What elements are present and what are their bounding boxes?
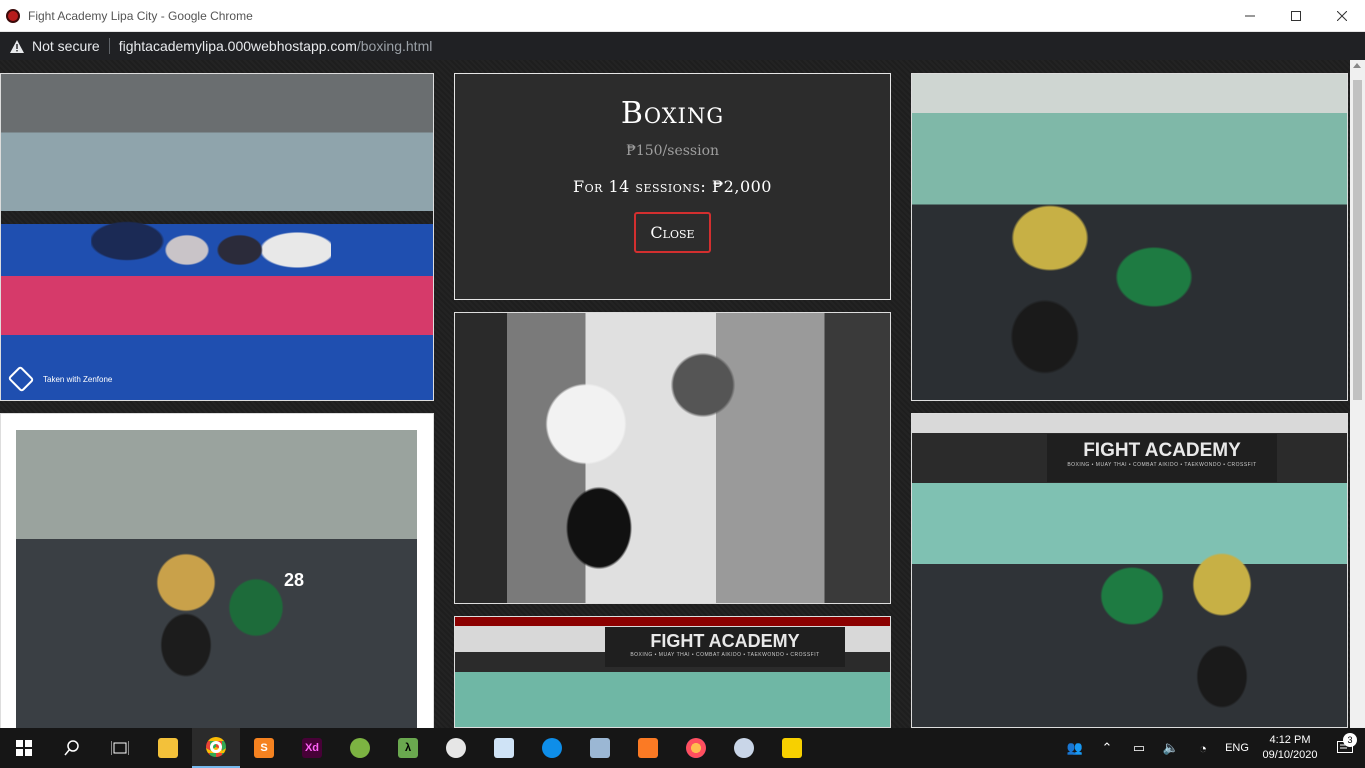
task-view-icon	[111, 741, 129, 755]
url-path[interactable]: /boxing.html	[357, 38, 432, 54]
system-tray: 👥 ⌃ ▭ 🔈 ◔ ENG 4:12 PM 09/10/2020 3	[1059, 728, 1365, 768]
sticky-notes-icon	[782, 738, 802, 758]
taskbar-sublime-text[interactable]: S	[240, 728, 288, 768]
taskbar-xampp[interactable]	[624, 728, 672, 768]
firefox-icon	[686, 738, 706, 758]
lambda-icon: λ	[398, 738, 418, 758]
site-favicon-icon	[6, 8, 20, 23]
sublime-text-icon: S	[254, 738, 274, 758]
search-icon	[64, 740, 79, 756]
banner-subtitle-2: BOXING • MUAY THAI • COMBAT AIKIDO • TAE…	[1067, 462, 1257, 468]
academy-banner: FIGHT ACADEMY BOXING • MUAY THAI • COMBA…	[605, 627, 845, 667]
action-center-button[interactable]: 3	[1325, 733, 1365, 755]
maximize-icon	[1291, 11, 1301, 21]
scroll-up-icon[interactable]	[1353, 63, 1361, 68]
taskbar-dreamweaver[interactable]	[480, 728, 528, 768]
scrollbar-thumb[interactable]	[1353, 80, 1362, 400]
close-button[interactable]: Close	[634, 212, 711, 253]
language-indicator[interactable]: ENG	[1219, 742, 1255, 754]
gallery-photo-banner[interactable]: FIGHT ACADEMY BOXING • MUAY THAI • COMBA…	[454, 616, 891, 728]
battery-icon[interactable]: ▭	[1123, 740, 1155, 756]
photo-gym-group: Taken with Zenfone	[1, 74, 433, 400]
clock[interactable]: 4:12 PM 09/10/2020	[1255, 733, 1325, 763]
taskbar-sticky-notes[interactable]	[768, 728, 816, 768]
gallery-photo-training-frame[interactable]: 28	[0, 413, 434, 728]
taskbar-teamviewer[interactable]	[528, 728, 576, 768]
taskbar-paint[interactable]	[432, 728, 480, 768]
taskbar-file-explorer[interactable]	[144, 728, 192, 768]
gallery-photo-pads[interactable]	[911, 73, 1348, 401]
notification-count-badge: 3	[1343, 733, 1357, 747]
zenfone-logo-icon	[7, 365, 35, 393]
remote-desktop-icon	[590, 738, 610, 758]
clock-date: 09/10/2020	[1262, 749, 1318, 761]
taskbar-lambda[interactable]: λ	[384, 728, 432, 768]
close-window-button[interactable]	[1319, 0, 1365, 32]
card-title: Boxing	[620, 96, 725, 131]
divider	[108, 38, 110, 54]
page-scrollbar[interactable]	[1350, 60, 1365, 728]
taskbar-settings-app[interactable]	[720, 728, 768, 768]
clock-time: 4:12 PM	[1269, 734, 1311, 746]
teamviewer-icon	[542, 738, 562, 758]
url-host[interactable]: fightacademylipa.000webhostapp.com	[119, 38, 357, 54]
chevron-up-icon[interactable]: ⌃	[1091, 740, 1123, 756]
window-titlebar: Fight Academy Lipa City - Google Chrome	[0, 0, 1365, 32]
file-explorer-icon	[158, 738, 178, 758]
zenfone-watermark: Taken with Zenfone	[7, 365, 113, 393]
task-view-button[interactable]	[96, 728, 144, 768]
volume-icon[interactable]: 🔈	[1155, 740, 1187, 756]
pricing-card: Boxing ₱150/session For 14 sessions: ₱2,…	[454, 73, 891, 300]
settings-app-icon	[734, 738, 754, 758]
gallery-photo-group[interactable]: Taken with Zenfone	[0, 73, 434, 401]
banner-title: FIGHT ACADEMY	[650, 631, 800, 651]
close-icon	[1337, 11, 1347, 21]
chrome-icon	[206, 737, 226, 757]
windows-taskbar: S Xd λ 👥 ⌃ ▭ 🔈 ◔ ENG 4:12 PM 09/10/2020 …	[0, 728, 1365, 768]
dreamweaver-icon	[494, 738, 514, 758]
minimize-button[interactable]	[1227, 0, 1273, 32]
xampp-icon	[638, 738, 658, 758]
banner-title-2: FIGHT ACADEMY	[1083, 440, 1241, 461]
taskbar-chameleon[interactable]	[336, 728, 384, 768]
photo-banner-training: FIGHT ACADEMY BOXING • MUAY THAI • COMBA…	[912, 414, 1347, 727]
adobe-xd-icon: Xd	[302, 738, 322, 758]
photo-boxer-bw	[455, 313, 890, 603]
people-icon[interactable]: 👥	[1059, 740, 1091, 756]
taskbar-remote-desktop[interactable]	[576, 728, 624, 768]
gallery-photo-bw[interactable]	[454, 312, 891, 604]
network-icon[interactable]: ◔	[1187, 741, 1219, 756]
photo-pad-training	[912, 74, 1347, 400]
address-bar[interactable]: Not secure fightacademylipa.000webhostap…	[0, 32, 1365, 60]
minimize-icon	[1245, 15, 1255, 17]
warning-icon[interactable]	[10, 39, 24, 53]
watermark-text: Taken with Zenfone	[43, 374, 113, 384]
photo-training-kid: 28	[16, 430, 417, 728]
taskbar-adobe-xd[interactable]: Xd	[288, 728, 336, 768]
chameleon-icon	[350, 738, 370, 758]
photo-academy-banner: FIGHT ACADEMY BOXING • MUAY THAI • COMBA…	[455, 617, 890, 727]
card-package: For 14 sessions: ₱2,000	[573, 177, 772, 196]
taskbar-chrome[interactable]	[192, 728, 240, 768]
maximize-button[interactable]	[1273, 0, 1319, 32]
security-status[interactable]: Not secure	[32, 38, 100, 54]
academy-banner-2: FIGHT ACADEMY BOXING • MUAY THAI • COMBA…	[1047, 434, 1277, 482]
window-title: Fight Academy Lipa City - Google Chrome	[28, 8, 253, 23]
start-icon	[16, 740, 32, 756]
jersey-number: 28	[284, 570, 305, 590]
paint-icon	[446, 738, 466, 758]
banner-subtitle: BOXING • MUAY THAI • COMBAT AIKIDO • TAE…	[630, 652, 820, 658]
taskbar-firefox[interactable]	[672, 728, 720, 768]
start-button[interactable]	[0, 728, 48, 768]
search-button[interactable]	[48, 728, 96, 768]
gallery-photo-banner-training[interactable]: FIGHT ACADEMY BOXING • MUAY THAI • COMBA…	[911, 413, 1348, 728]
card-price: ₱150/session	[625, 143, 720, 159]
page-viewport: Taken with Zenfone 28 Boxing ₱150/sessio…	[0, 60, 1350, 728]
